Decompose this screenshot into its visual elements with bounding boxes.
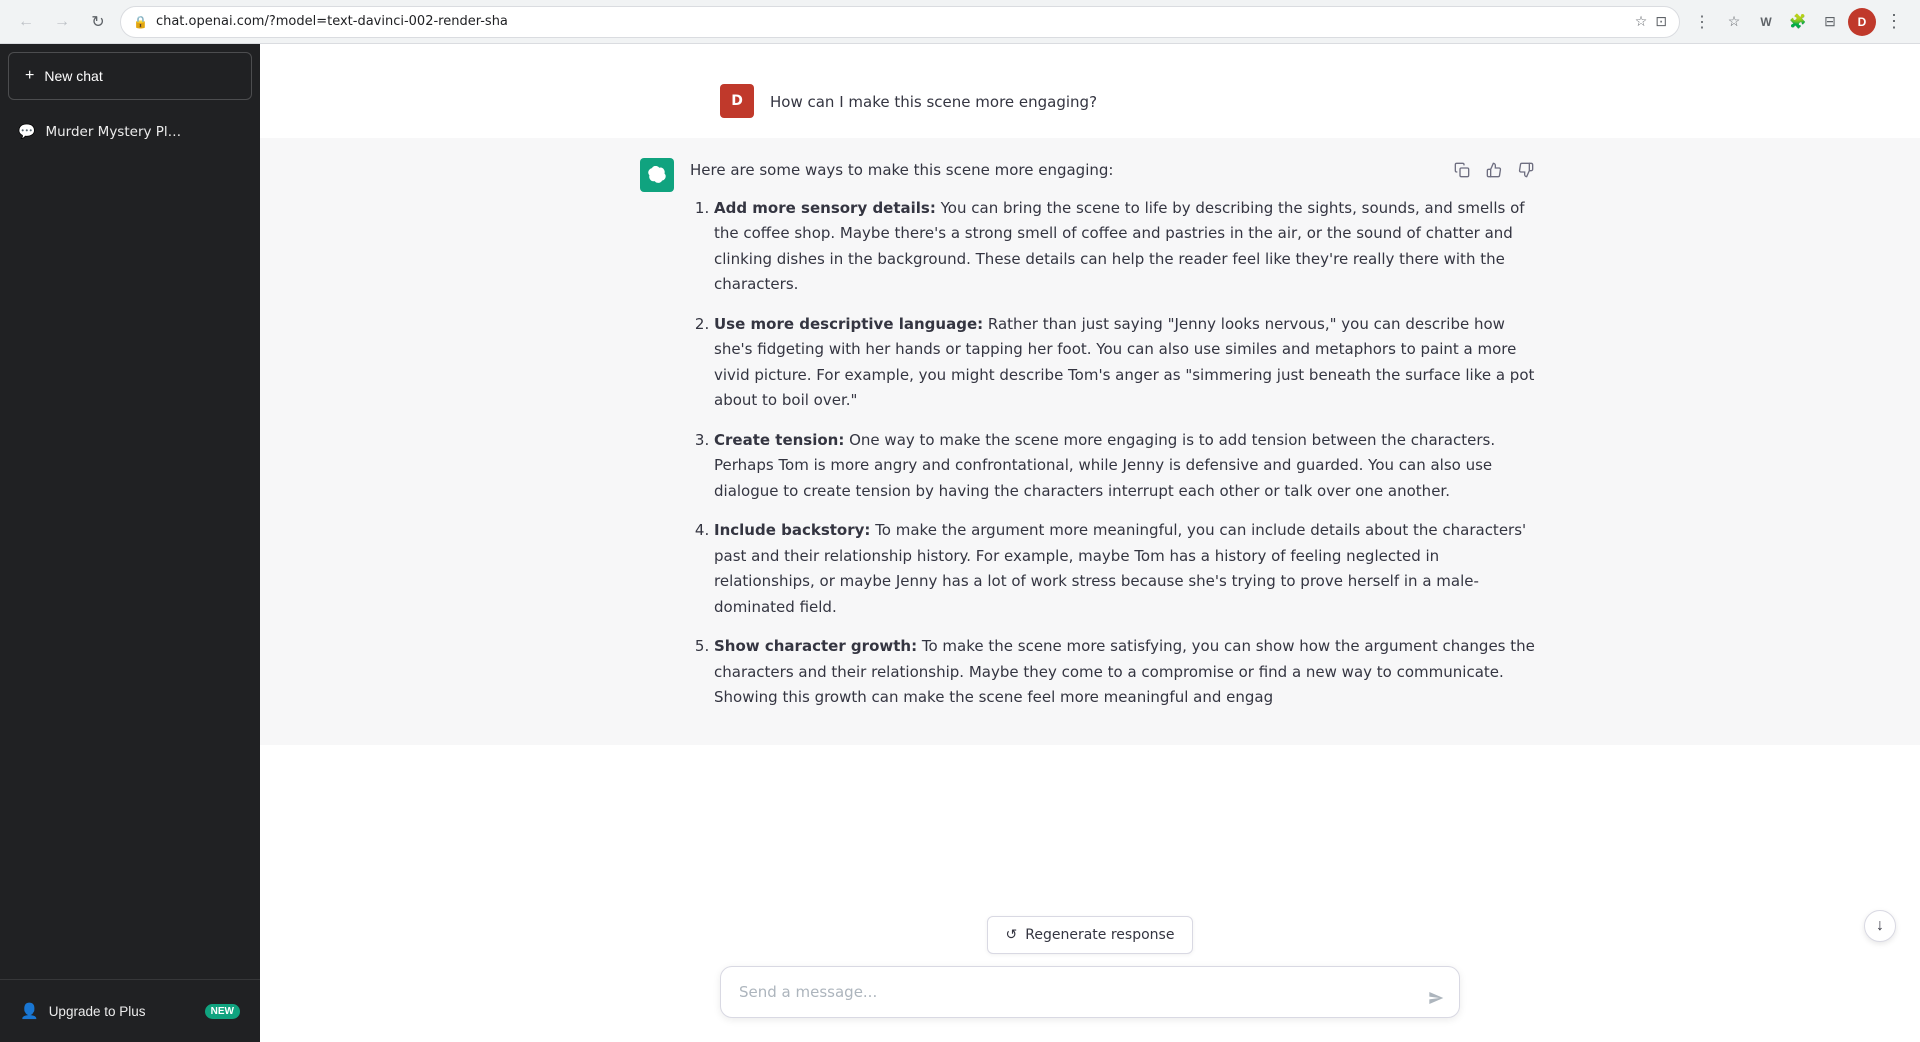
regenerate-area: ↺ Regenerate response	[340, 916, 1840, 954]
thumbs-down-button[interactable]	[1512, 158, 1540, 187]
upgrade-label: Upgrade to Plus	[49, 1004, 146, 1019]
regenerate-icon: ↺	[1006, 927, 1018, 943]
point-title-3: Create tension:	[714, 431, 844, 449]
ai-avatar	[640, 158, 674, 192]
new-chat-button[interactable]: + New chat	[8, 52, 252, 100]
thumbs-up-button[interactable]	[1480, 158, 1508, 187]
back-button[interactable]: ←	[12, 8, 40, 36]
forward-button[interactable]: →	[48, 8, 76, 36]
reload-button[interactable]: ↻	[84, 8, 112, 36]
sidebar: + New chat 💬 Murder Mystery Plot. ✎ 🗑 👤 …	[0, 44, 260, 1042]
regenerate-button[interactable]: ↺ Regenerate response	[987, 916, 1194, 954]
chevron-down-icon: ↓	[1876, 917, 1884, 935]
user-avatar: D	[720, 84, 754, 118]
bookmark-button[interactable]: ☆	[1720, 8, 1748, 36]
lock-icon: 🔒	[133, 15, 148, 29]
ai-actions	[1448, 158, 1540, 187]
cast-icon[interactable]: ⊡	[1655, 14, 1667, 30]
worldcoin-button[interactable]: W	[1752, 8, 1780, 36]
input-area: ↺ Regenerate response	[260, 900, 1920, 1042]
regenerate-label: Regenerate response	[1025, 927, 1174, 943]
new-chat-label: New chat	[44, 68, 102, 84]
user-message-text: How can I make this scene more engaging?	[770, 84, 1097, 114]
chat-icon: 💬	[18, 124, 35, 140]
ai-points-list: Add more sensory details: You can bring …	[690, 196, 1540, 711]
list-item: Create tension: One way to make the scen…	[714, 428, 1540, 505]
extensions-button[interactable]: ⋮	[1688, 8, 1716, 36]
ai-message-inner: Here are some ways to make this scene mo…	[640, 158, 1540, 725]
copy-button[interactable]	[1448, 158, 1476, 187]
main-content: D How can I make this scene more engagin…	[260, 44, 1920, 1042]
user-icon: 👤	[20, 1002, 39, 1020]
edit-chat-button[interactable]: ✎	[195, 122, 214, 142]
list-item: Include backstory: To make the argument …	[714, 518, 1540, 620]
browser-actions: ⋮ ☆ W 🧩 ⊟ D ⋮	[1688, 8, 1908, 36]
more-options-button[interactable]: ⋮	[1880, 8, 1908, 36]
puzzle-icon[interactable]: 🧩	[1784, 8, 1812, 36]
upgrade-button[interactable]: 👤 Upgrade to Plus NEW	[8, 992, 252, 1030]
address-bar: 🔒 chat.openai.com/?model=text-davinci-00…	[120, 6, 1680, 38]
star-icon[interactable]: ☆	[1635, 14, 1648, 30]
point-title-4: Include backstory:	[714, 521, 870, 539]
point-title-5: Show character growth:	[714, 637, 917, 655]
chat-item[interactable]: 💬 Murder Mystery Plot. ✎ 🗑	[8, 112, 252, 152]
chat-list: 💬 Murder Mystery Plot. ✎ 🗑	[0, 108, 260, 979]
point-title-1: Add more sensory details:	[714, 199, 936, 217]
profile-button[interactable]: D	[1848, 8, 1876, 36]
split-view-button[interactable]: ⊟	[1816, 8, 1844, 36]
chat-messages: D How can I make this scene more engagin…	[260, 44, 1920, 1042]
list-item: Add more sensory details: You can bring …	[714, 196, 1540, 298]
list-item: Use more descriptive language: Rather th…	[714, 312, 1540, 414]
plus-icon: +	[25, 67, 34, 85]
sidebar-bottom: 👤 Upgrade to Plus NEW	[0, 979, 260, 1042]
user-message: D How can I make this scene more engagin…	[640, 64, 1540, 138]
delete-chat-button[interactable]: 🗑	[217, 122, 242, 142]
point-title-2: Use more descriptive language:	[714, 315, 983, 333]
new-badge: NEW	[205, 1004, 240, 1019]
browser-chrome: ← → ↻ 🔒 chat.openai.com/?model=text-davi…	[0, 0, 1920, 44]
input-container	[720, 966, 1460, 1023]
ai-intro-text: Here are some ways to make this scene mo…	[690, 158, 1540, 184]
ai-message-content: Here are some ways to make this scene mo…	[690, 158, 1540, 725]
ai-message: Here are some ways to make this scene mo…	[260, 138, 1920, 745]
message-input[interactable]	[720, 966, 1460, 1019]
scroll-down-button[interactable]: ↓	[1864, 910, 1896, 942]
chat-item-label: Murder Mystery Plot.	[45, 124, 184, 140]
app-container: + New chat 💬 Murder Mystery Plot. ✎ 🗑 👤 …	[0, 44, 1920, 1042]
address-url: chat.openai.com/?model=text-davinci-002-…	[156, 14, 1627, 29]
list-item: Show character growth: To make the scene…	[714, 634, 1540, 711]
send-button[interactable]	[1424, 986, 1448, 1010]
